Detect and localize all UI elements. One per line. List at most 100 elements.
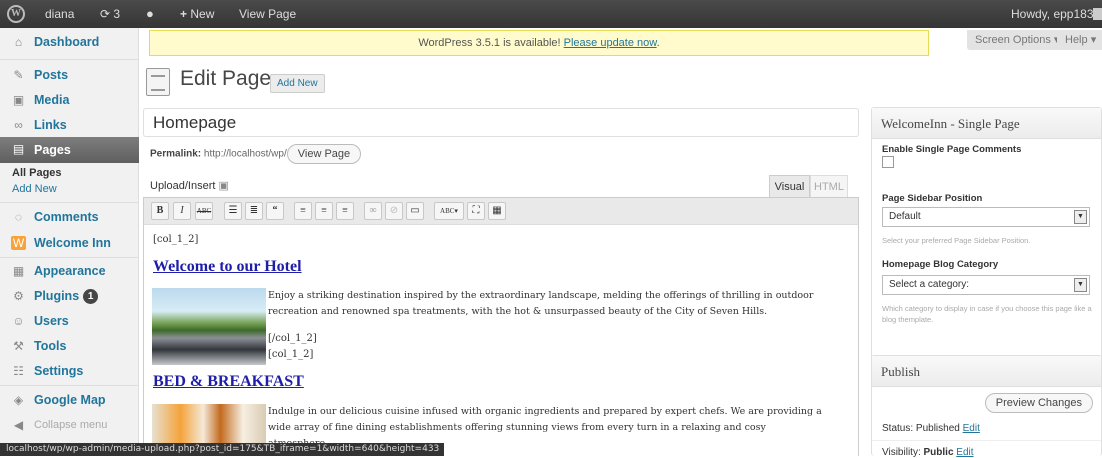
sidebar-item-welcome-inn[interactable]: W Welcome Inn xyxy=(0,231,139,255)
sidebar-item-media[interactable]: ▣ Media xyxy=(0,88,139,112)
visibility-edit-link[interactable]: Edit xyxy=(956,447,973,458)
metabox-title[interactable]: Publish xyxy=(872,356,1101,387)
bullet-list-icon[interactable]: ☰ xyxy=(224,202,242,220)
status-edit-link[interactable]: Edit xyxy=(963,423,980,434)
blog-category-label: Homepage Blog Category xyxy=(882,259,999,270)
plugins-icon: ⚙ xyxy=(13,289,24,303)
posts-icon: ✎ xyxy=(13,68,24,82)
content-paragraph: Enjoy a striking destination inspired by… xyxy=(268,290,814,317)
users-icon: ☺ xyxy=(12,314,25,328)
sidebar-item-label: Welcome Inn xyxy=(34,236,111,250)
sidebar-item-pages[interactable]: ▤ Pages xyxy=(0,137,139,163)
sidebar-item-tools[interactable]: ⚒ Tools xyxy=(0,334,139,358)
upload-insert-label: Upload/Insert xyxy=(150,180,216,192)
post-title-input[interactable]: Homepage xyxy=(143,108,859,137)
tab-visual[interactable]: Visual xyxy=(769,175,810,197)
admin-sidebar: ⌂ Dashboard ✎ Posts ▣ Media ∞ Links ▤ Pages A… xyxy=(0,28,139,444)
updates-count: 3 xyxy=(113,7,121,21)
sidebar-item-label: Links xyxy=(34,118,67,132)
submenu-all-pages[interactable]: All Pages xyxy=(12,167,62,179)
dropdown-arrow-icon: ▼ xyxy=(1074,278,1087,292)
help-label: Help xyxy=(1065,34,1088,46)
welcomeinn-metabox: WelcomeInn - Single Page Enable Single P… xyxy=(871,107,1102,369)
plugins-update-badge: 1 xyxy=(83,289,99,304)
google-map-icon: ◈ xyxy=(13,393,24,407)
updates-link[interactable]: ⟳ 3 xyxy=(100,0,120,28)
kitchen-sink-icon[interactable]: ▦ xyxy=(488,202,506,220)
shortcode: [col_1_2] xyxy=(268,349,314,360)
fullscreen-icon[interactable]: ⛶ xyxy=(467,202,485,220)
spellcheck-icon[interactable]: ABC▾ xyxy=(434,202,464,220)
menu-separator xyxy=(0,385,139,386)
collapse-menu-button[interactable]: ◀ Collapse menu xyxy=(0,413,139,437)
more-tag-icon[interactable]: ▭ xyxy=(406,202,424,220)
content-heading: Welcome to our Hotel xyxy=(153,258,302,275)
wordpress-logo-icon[interactable]: W xyxy=(7,5,25,23)
view-page-link[interactable]: View Page xyxy=(239,0,296,28)
status-value: Published xyxy=(915,423,960,434)
sidebar-item-label: Users xyxy=(34,314,69,328)
blog-category-select[interactable]: Select a category: ▼ xyxy=(882,275,1090,295)
sidebar-position-label: Page Sidebar Position xyxy=(882,193,983,204)
content-heading: BED & BREAKFAST xyxy=(153,373,304,390)
sidebar-item-settings[interactable]: ☷ Settings xyxy=(0,359,139,383)
menu-separator xyxy=(0,202,139,203)
sidebar-item-label: Tools xyxy=(34,339,67,353)
new-content-link[interactable]: + New xyxy=(180,0,214,28)
select-value: Select a category: xyxy=(889,279,970,290)
sidebar-item-users[interactable]: ☺ Users xyxy=(0,309,139,333)
comments-icon: ◌ xyxy=(14,210,23,224)
howdy-user-link[interactable]: Howdy, epp1839 xyxy=(1011,0,1100,28)
editor-content[interactable]: [col_1_2] Welcome to our Hotel Enjoy a s… xyxy=(143,225,859,456)
align-center-icon[interactable]: ≡ xyxy=(315,202,333,220)
blockquote-icon[interactable]: “ xyxy=(266,202,284,220)
link-icon[interactable]: ∞ xyxy=(364,202,382,220)
menu-separator xyxy=(0,257,139,258)
sidebar-item-appearance[interactable]: ▦ Appearance xyxy=(0,259,139,283)
sidebar-item-label: Google Map xyxy=(34,393,106,407)
sidebar-item-dashboard[interactable]: ⌂ Dashboard xyxy=(0,30,139,54)
help-button[interactable]: Help ▾ xyxy=(1057,30,1102,50)
sidebar-item-google-map[interactable]: ◈ Google Map xyxy=(0,388,139,412)
upload-insert-link[interactable]: Upload/Insert ▣ xyxy=(150,179,229,192)
refresh-icon: ⟳ xyxy=(100,7,111,21)
metabox-title[interactable]: WelcomeInn - Single Page xyxy=(872,108,1101,139)
add-new-page-button[interactable]: Add New xyxy=(270,74,325,93)
tab-html[interactable]: HTML xyxy=(810,175,848,197)
align-right-icon[interactable]: ≡ xyxy=(336,202,354,220)
hotel-pool-image[interactable] xyxy=(152,288,266,365)
align-left-icon[interactable]: ≡ xyxy=(294,202,312,220)
strikethrough-icon[interactable]: ABC xyxy=(195,202,213,220)
numbered-list-icon[interactable]: ≣ xyxy=(245,202,263,220)
sidebar-item-comments[interactable]: ◌ Comments xyxy=(0,205,139,229)
shortcode: [col_1_2] xyxy=(153,234,199,245)
sidebar-item-links[interactable]: ∞ Links xyxy=(0,113,139,137)
submenu-add-new[interactable]: Add New xyxy=(12,183,57,195)
tools-icon: ⚒ xyxy=(13,339,24,353)
comments-bubble-icon[interactable]: ● xyxy=(146,0,154,28)
bold-icon[interactable]: B xyxy=(151,202,169,220)
collapse-arrow-icon: ◀ xyxy=(13,418,24,432)
site-name-link[interactable]: diana xyxy=(45,0,74,28)
select-value: Default xyxy=(889,211,921,222)
status-row: Status: Published Edit xyxy=(882,423,980,434)
sidebar-position-select[interactable]: Default ▼ xyxy=(882,207,1090,227)
shortcode: [/col_1_2] xyxy=(268,333,317,344)
screen-options-button[interactable]: Screen Options ▾ xyxy=(967,30,1068,50)
status-label: Status: xyxy=(882,423,916,434)
new-label: New xyxy=(190,7,215,21)
unlink-icon[interactable]: ⊘ xyxy=(385,202,403,220)
sidebar-item-plugins[interactable]: ⚙ Plugins 1 xyxy=(0,284,139,308)
enable-comments-checkbox[interactable] xyxy=(882,156,894,168)
update-now-link[interactable]: Please update now xyxy=(564,37,657,49)
permalink-url[interactable]: http://localhost/wp/ xyxy=(204,149,287,160)
italic-icon[interactable]: I xyxy=(173,202,191,220)
page-title: Edit Page xyxy=(180,67,272,90)
preview-changes-button[interactable]: Preview Changes xyxy=(984,393,1093,413)
divider xyxy=(872,440,1101,441)
permalink-row: Permalink: http://localhost/wp/View Page xyxy=(150,144,362,164)
avatar[interactable] xyxy=(1093,8,1102,20)
sidebar-item-posts[interactable]: ✎ Posts xyxy=(0,63,139,87)
view-page-button[interactable]: View Page xyxy=(286,144,362,164)
sidebar-item-label: Plugins xyxy=(34,289,80,303)
